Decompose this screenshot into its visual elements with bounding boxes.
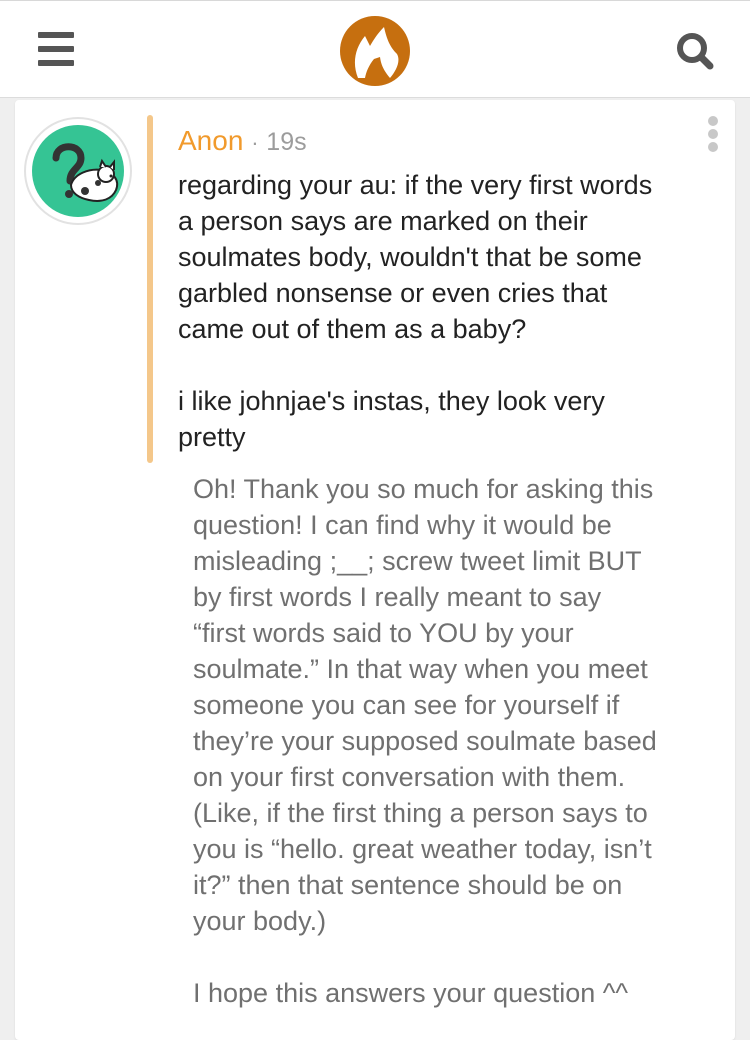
question-paragraph: i like johnjae's instas, they look very … [178, 386, 605, 452]
answer-paragraph: I hope this answers your question ^^ [193, 978, 629, 1008]
search-icon[interactable] [675, 31, 715, 71]
post-meta: Anon · 19s [178, 124, 307, 160]
post-timestamp: 19s [266, 128, 307, 156]
ask-post-card: Anon · 19s regarding your au: if the ver… [15, 100, 735, 1040]
answer-text: Oh! Thank you so much for asking this qu… [193, 471, 723, 1011]
hamburger-menu-icon[interactable] [38, 32, 74, 66]
question-mark-cat-avatar [32, 125, 124, 217]
vertical-ellipsis-icon[interactable] [707, 116, 719, 152]
question-paragraph: regarding your au: if the very first wor… [178, 170, 653, 344]
top-navigation-bar [0, 0, 750, 98]
question-quote-bar [147, 115, 153, 463]
fox-logo-icon[interactable] [338, 15, 412, 87]
meta-separator: · [251, 130, 259, 155]
user-avatar[interactable] [24, 117, 132, 225]
question-text: regarding your au: if the very first wor… [178, 167, 723, 455]
author-name[interactable]: Anon [178, 125, 243, 156]
answer-paragraph: Oh! Thank you so much for asking this qu… [193, 474, 657, 936]
